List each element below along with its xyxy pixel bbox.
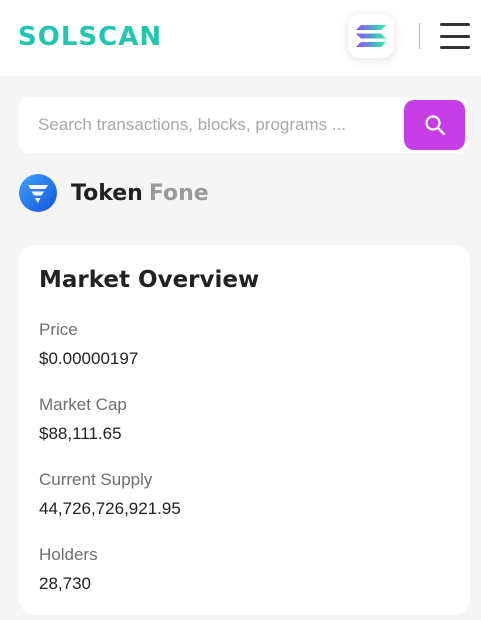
holders-value: 28,730	[39, 574, 91, 593]
top-navigation-bar: SOLSCAN	[0, 0, 481, 76]
holders-field: Holders 28,730	[39, 545, 98, 594]
solana-icon	[356, 25, 386, 47]
price-value: $0.00000197	[39, 349, 139, 368]
market-cap-value: $88,111.65	[39, 424, 122, 443]
market-cap-label: Market Cap	[39, 395, 127, 414]
token-prefix: Token	[71, 180, 143, 206]
network-selector-button[interactable]	[348, 14, 394, 58]
holders-label: Holders	[39, 545, 98, 564]
search-button[interactable]	[404, 100, 465, 150]
current-supply-field: Current Supply 44,726,726,921.95	[39, 470, 181, 519]
hamburger-menu-icon[interactable]	[440, 22, 470, 50]
token-heading: Token Fone	[19, 173, 209, 213]
search-icon	[424, 115, 445, 136]
token-name: Fone	[148, 180, 209, 206]
solscan-logo[interactable]: SOLSCAN	[18, 22, 162, 52]
market-cap-field: Market Cap $88,111.65	[39, 395, 127, 444]
market-overview-card: Market Overview Price $0.00000197 Market…	[19, 245, 470, 615]
current-supply-value: 44,726,726,921.95	[39, 499, 181, 518]
token-title: Token Fone	[71, 181, 209, 206]
price-label: Price	[39, 320, 78, 339]
current-supply-label: Current Supply	[39, 470, 153, 489]
price-field: Price $0.00000197	[39, 320, 138, 369]
search-bar	[19, 97, 467, 153]
market-overview-title: Market Overview	[39, 267, 260, 293]
header-divider	[419, 23, 420, 49]
search-input[interactable]	[38, 97, 398, 153]
fone-token-logo	[19, 174, 57, 212]
